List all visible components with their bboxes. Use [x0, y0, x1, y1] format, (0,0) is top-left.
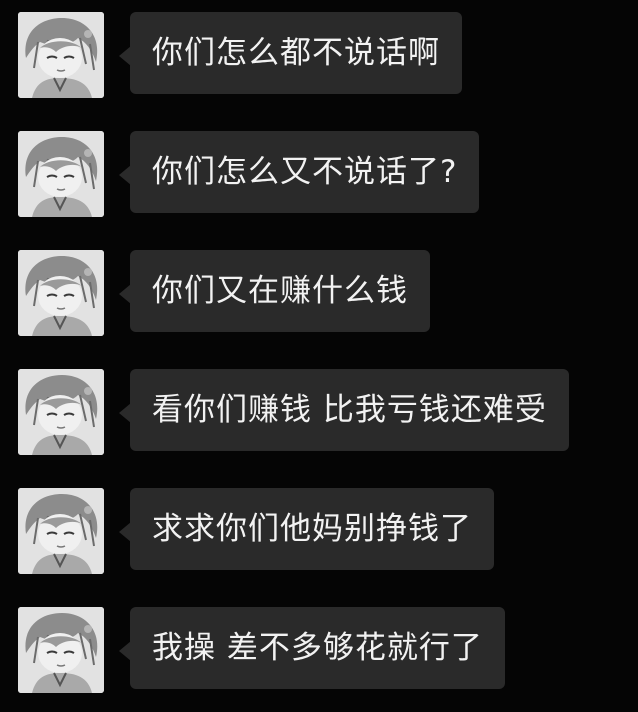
- chat-thread: 你们怎么都不说话啊 你们怎么又不说话了? 你们又在赚什么钱 看你们赚钱 比我亏钱…: [0, 0, 638, 712]
- anime-avatar-icon: [18, 250, 104, 336]
- anime-avatar-icon: [18, 607, 104, 693]
- message-row: 你们怎么都不说话啊: [0, 0, 638, 98]
- avatar[interactable]: [18, 369, 104, 455]
- anime-avatar-icon: [18, 131, 104, 217]
- message-bubble[interactable]: 你们怎么都不说话啊: [130, 12, 462, 94]
- anime-avatar-icon: [18, 12, 104, 98]
- message-bubble[interactable]: 看你们赚钱 比我亏钱还难受: [130, 369, 569, 451]
- anime-avatar-icon: [18, 488, 104, 574]
- message-bubble[interactable]: 我操 差不多够花就行了: [130, 607, 505, 689]
- message-bubble[interactable]: 你们又在赚什么钱: [130, 250, 430, 332]
- message-bubble[interactable]: 求求你们他妈别挣钱了: [130, 488, 494, 570]
- anime-avatar-icon: [18, 369, 104, 455]
- message-row: 求求你们他妈别挣钱了: [0, 476, 638, 574]
- message-bubble[interactable]: 你们怎么又不说话了?: [130, 131, 480, 213]
- message-row: 我操 差不多够花就行了: [0, 595, 638, 693]
- avatar[interactable]: [18, 488, 104, 574]
- avatar[interactable]: [18, 607, 104, 693]
- message-row: 看你们赚钱 比我亏钱还难受: [0, 357, 638, 455]
- avatar[interactable]: [18, 12, 104, 98]
- message-row: 你们又在赚什么钱: [0, 238, 638, 336]
- avatar[interactable]: [18, 250, 104, 336]
- avatar[interactable]: [18, 131, 104, 217]
- message-row: 你们怎么又不说话了?: [0, 119, 638, 217]
